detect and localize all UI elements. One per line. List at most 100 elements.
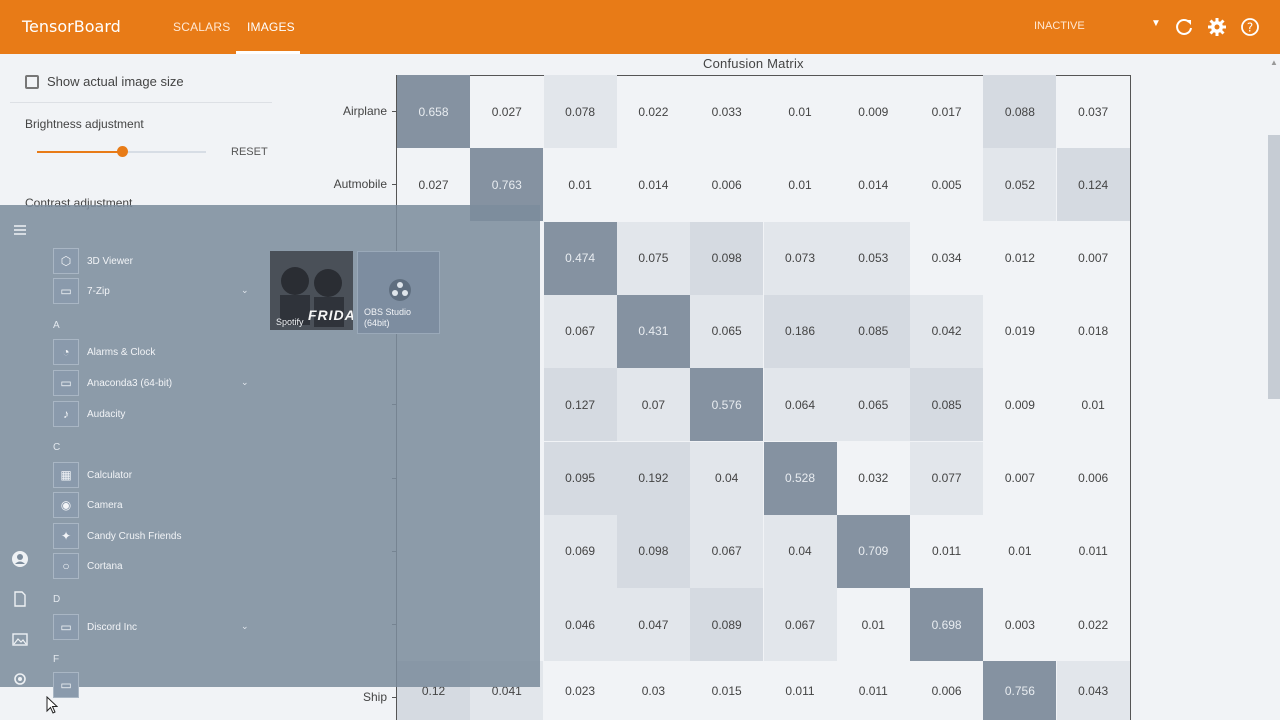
scroll-up-arrow-icon[interactable]: ▲ — [1270, 58, 1278, 67]
matrix-cell: 0.042 — [910, 294, 984, 368]
letter-heading[interactable]: D — [53, 594, 60, 605]
settings-icon[interactable] — [11, 670, 29, 688]
obs-icon — [389, 279, 411, 301]
gear-icon[interactable] — [1207, 17, 1227, 37]
start-app-item[interactable]: ▭ 7-Zip ⌄ — [53, 277, 253, 305]
chevron-down-icon[interactable]: ⌄ — [241, 285, 249, 296]
scrollbar-thumb[interactable] — [1268, 135, 1280, 399]
matrix-cell: 0.067 — [543, 294, 617, 368]
show-actual-size-label: Show actual image size — [47, 74, 184, 89]
matrix-cell: 0.756 — [983, 661, 1057, 720]
document-icon[interactable] — [11, 590, 29, 608]
start-app-item[interactable]: ✦ Candy Crush Friends — [53, 522, 253, 550]
matrix-cell: 0.01 — [788, 177, 812, 192]
matrix-cell: 0.052 — [983, 148, 1057, 222]
matrix-cell: 0.709 — [836, 514, 910, 588]
start-app-item[interactable]: ▭ — [53, 671, 253, 699]
brightness-slider-fill — [37, 151, 122, 153]
matrix-cell: 0.011 — [1078, 544, 1108, 559]
album-art-text: FRIDAY — [308, 307, 353, 323]
start-app-item[interactable]: ▭ Anaconda3 (64-bit) ⌄ — [53, 369, 253, 397]
checkbox-box[interactable] — [25, 74, 39, 89]
matrix-cell: 0.098 — [616, 514, 690, 588]
pictures-icon[interactable] — [11, 630, 29, 648]
matrix-cell: 0.03 — [641, 683, 666, 698]
matrix-cell: 0.067 — [690, 514, 764, 588]
cortana-icon: ○ — [53, 553, 79, 579]
matrix-cell: 0.576 — [690, 368, 764, 442]
start-app-item[interactable]: ♪ Audacity — [53, 400, 253, 428]
start-app-item[interactable]: ▭ Discord Inc ⌄ — [53, 613, 253, 641]
matrix-cell: 0.07 — [616, 368, 690, 442]
matrix-cell: 0.022 — [638, 104, 669, 119]
matrix-cell: 0.127 — [543, 368, 617, 442]
matrix-cell: 0.007 — [1078, 251, 1109, 266]
divider — [10, 102, 272, 103]
user-icon[interactable] — [11, 550, 29, 568]
matrix-cell: 0.186 — [763, 294, 837, 368]
row-label: Ship — [362, 690, 387, 705]
folder-icon: ▭ — [53, 672, 79, 698]
svg-text:?: ? — [1247, 21, 1253, 35]
matrix-cell: 0.017 — [931, 104, 962, 119]
start-app-item[interactable]: ⬡ 3D Viewer — [53, 247, 253, 275]
dropdown-caret-icon[interactable]: ▼ — [1151, 18, 1161, 29]
hamburger-icon[interactable] — [11, 221, 29, 239]
matrix-cell: 0.037 — [1078, 104, 1109, 119]
start-app-item[interactable]: ◔ Alarms & Clock — [53, 338, 253, 366]
brightness-slider-thumb[interactable] — [116, 146, 128, 157]
matrix-cell: 0.033 — [711, 104, 742, 119]
brightness-label: Brightness adjustment — [25, 117, 144, 131]
app-name: 7-Zip — [87, 285, 110, 297]
matrix-cell: 0.077 — [910, 441, 984, 515]
matrix-cell: 0.075 — [616, 221, 690, 295]
show-actual-size-checkbox[interactable]: Show actual image size — [25, 74, 184, 89]
matrix-cell: 0.014 — [858, 177, 889, 192]
start-app-item[interactable]: ○ Cortana — [53, 552, 253, 580]
matrix-cell: 0.089 — [690, 588, 764, 662]
chevron-down-icon[interactable]: ⌄ — [241, 621, 249, 632]
start-app-item[interactable]: ◉ Camera — [53, 491, 253, 519]
matrix-cell: 0.043 — [1056, 661, 1130, 720]
matrix-cell: 0.019 — [1004, 324, 1035, 339]
run-status-selector[interactable]: INACTIVE — [1034, 20, 1085, 32]
matrix-cell: 0.658 — [397, 75, 470, 148]
start-rail — [0, 205, 40, 687]
tab-images[interactable]: IMAGES — [247, 20, 295, 34]
matrix-cell: 0.006 — [1078, 471, 1109, 485]
matrix-cell: 0.698 — [910, 588, 984, 662]
audio-icon: ♪ — [53, 401, 79, 427]
tab-scalars[interactable]: SCALARS — [173, 20, 230, 34]
reset-button[interactable]: RESET — [231, 146, 268, 158]
matrix-cell: 0.04 — [763, 514, 837, 588]
clock-icon: ◔ — [53, 339, 79, 365]
cube-icon: ⬡ — [53, 248, 79, 274]
matrix-cell: 0.053 — [836, 221, 910, 295]
letter-heading[interactable]: C — [53, 442, 60, 453]
start-app-item[interactable]: ▦ Calculator — [53, 461, 253, 489]
app-name: Discord Inc — [87, 621, 138, 633]
row-tick — [392, 184, 396, 186]
matrix-cell: 0.431 — [616, 294, 690, 368]
letter-heading[interactable]: A — [53, 320, 60, 331]
app-name: Alarms & Clock — [87, 346, 156, 358]
help-icon[interactable]: ? — [1240, 17, 1260, 37]
mouse-cursor-icon — [46, 696, 58, 714]
matrix-cell: 0.018 — [1078, 324, 1109, 339]
matrix-cell: 0.474 — [543, 221, 617, 295]
matrix-cell: 0.065 — [690, 294, 764, 368]
app-name: Cortana — [87, 560, 123, 572]
matrix-cell: 0.006 — [931, 683, 962, 698]
matrix-cell: 0.015 — [711, 683, 742, 698]
spotify-tile[interactable]: FRIDAY Spotify — [270, 251, 353, 330]
matrix-cell: 0.065 — [836, 368, 910, 442]
refresh-icon[interactable] — [1174, 17, 1194, 37]
matrix-cell: 0.528 — [763, 441, 837, 515]
letter-heading[interactable]: F — [53, 654, 59, 665]
matrix-cell: 0.078 — [543, 75, 617, 148]
app-name: Calculator — [87, 469, 133, 481]
chevron-down-icon[interactable]: ⌄ — [241, 377, 249, 388]
obs-studio-tile[interactable]: OBS Studio (64bit) — [357, 251, 440, 334]
matrix-cell: 0.085 — [836, 294, 910, 368]
spotify-tile-label: Spotify — [276, 317, 304, 327]
